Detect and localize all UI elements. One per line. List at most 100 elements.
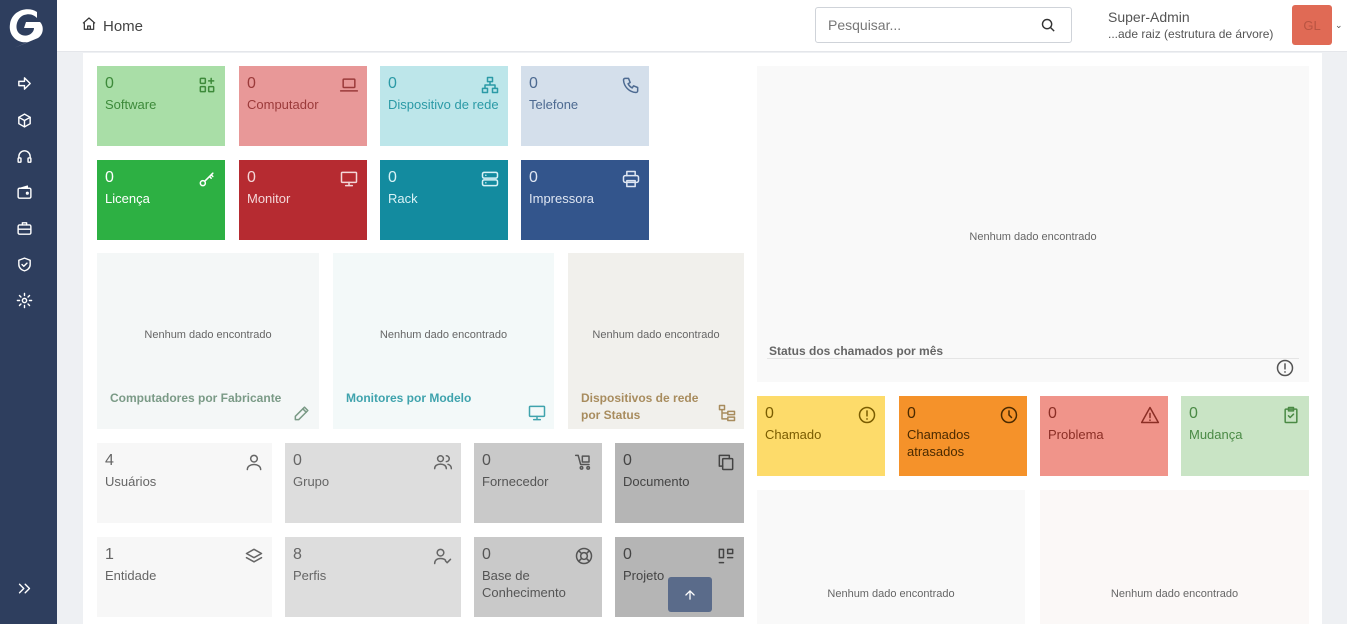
admin-tile-usuários[interactable]: 4 Usuários (97, 443, 272, 523)
tile-label: Monitor (247, 191, 291, 206)
alert-circle-icon (857, 405, 877, 425)
tile-label: Rack (388, 191, 418, 206)
tile-label: Usuários (105, 474, 157, 489)
printer-icon (621, 169, 641, 189)
breadcrumb-home[interactable]: Home (81, 16, 143, 36)
ticket-tile-mudança[interactable]: 0 Mudança (1181, 396, 1309, 476)
users-icon (433, 452, 453, 472)
empty-message: Nenhum dado encontrado (969, 231, 1097, 243)
hierarchy-icon[interactable] (717, 403, 737, 423)
chart-panel-3: Nenhum dado encontrado Dispositivos de re… (568, 253, 744, 429)
tile-count: 4 (105, 452, 114, 469)
empty-message: Nenhum dado encontrado (1110, 588, 1239, 600)
empty-message: Nenhum dado encontrado (379, 329, 508, 341)
cart-icon (574, 452, 594, 472)
search-input[interactable] (828, 17, 1028, 33)
ticket-tile-problema[interactable]: 0 Problema (1040, 396, 1168, 476)
tile-count: 0 (293, 452, 302, 469)
avatar[interactable]: GL (1292, 5, 1332, 45)
lifebuoy-icon (574, 546, 594, 566)
layers-icon (244, 546, 264, 566)
tile-label: Documento (623, 474, 690, 489)
top-header: Home Super-Admin ...ade raiz (estrutura … (57, 0, 1347, 52)
shield-check-icon[interactable] (14, 254, 34, 274)
search-box[interactable] (815, 7, 1072, 43)
chart-panel-2: Nenhum dado encontrado Monitores por Mode… (333, 253, 554, 429)
gear-icon[interactable] (14, 290, 34, 310)
tile-count: 1 (105, 546, 114, 563)
chart-panel-1: Nenhum dado encontrado Computadores por F… (97, 253, 319, 429)
chart-title: Status dos chamados por mês (769, 344, 944, 358)
laptop-icon (339, 75, 359, 95)
tile-label: Base de Conhecimento (482, 568, 566, 600)
tile-count: 8 (293, 546, 302, 563)
admin-tile-base-de-conhecimento[interactable]: 0 Base de Conhecimento (474, 537, 602, 617)
user-check-icon (433, 546, 453, 566)
asset-tile-licença[interactable]: 0 Licença (97, 160, 225, 240)
arrow-right-icon[interactable] (14, 73, 34, 93)
admin-tile-perfis[interactable]: 8 Perfis (285, 537, 461, 617)
asset-tile-rack[interactable]: 0 Rack (380, 160, 508, 240)
copy-icon (716, 452, 736, 472)
tile-label: Computador (247, 97, 319, 112)
monitor-icon (339, 169, 359, 189)
briefcase-icon[interactable] (14, 218, 34, 238)
scroll-to-top-button[interactable] (668, 577, 712, 612)
user-menu[interactable]: Super-Admin ...ade raiz (estrutura de ár… (1108, 9, 1273, 43)
alert-triangle-icon (1140, 405, 1160, 425)
tickets-status-chart-panel: Nenhum dado encontrado Status dos chamado… (757, 66, 1309, 382)
divider (767, 358, 1299, 359)
clock-icon (999, 405, 1019, 425)
user-icon (244, 452, 264, 472)
monitor-icon[interactable] (527, 403, 547, 423)
tile-label: Problema (1048, 427, 1104, 442)
chart-title: Monitores por Modelo (346, 391, 472, 405)
chart-title: Computadores por Fabricante (110, 391, 282, 405)
tile-label: Chamados atrasados (907, 427, 970, 459)
asset-tile-telefone[interactable]: 0 Telefone (521, 66, 649, 146)
user-name: Super-Admin (1108, 9, 1190, 25)
box-icon[interactable] (14, 110, 34, 130)
tile-label: Mudança (1189, 427, 1243, 442)
chevron-down-icon[interactable]: ⌄ (1335, 20, 1343, 31)
home-icon (81, 16, 97, 36)
asset-tile-monitor[interactable]: 0 Monitor (239, 160, 367, 240)
tile-label: Dispositivo de rede (388, 97, 499, 112)
bottom-chart-panel-2: Nenhum dado encontrado (1040, 490, 1309, 624)
sidebar (0, 0, 57, 624)
admin-tile-documento[interactable]: 0 Documento (615, 443, 744, 523)
kanban-icon (716, 546, 736, 566)
empty-message: Nenhum dado encontrado (144, 329, 272, 341)
admin-tile-entidade[interactable]: 1 Entidade (97, 537, 272, 617)
tile-label: Licença (105, 191, 150, 206)
asset-tile-impressora[interactable]: 0 Impressora (521, 160, 649, 240)
wallet-icon[interactable] (14, 182, 34, 202)
arrow-up-icon (685, 589, 695, 600)
clipboard-check-icon (1281, 405, 1301, 425)
search-icon[interactable] (1040, 17, 1057, 34)
asset-tile-dispositivo-de-rede[interactable]: 0 Dispositivo de rede (380, 66, 508, 146)
asset-tile-software[interactable]: 0 Software (97, 66, 225, 146)
breadcrumb-home-label: Home (103, 17, 144, 35)
admin-tile-fornecedor[interactable]: 0 Fornecedor (474, 443, 602, 523)
edit-icon[interactable] (292, 403, 312, 423)
phone-icon (621, 75, 641, 95)
asset-tile-computador[interactable]: 0 Computador (239, 66, 367, 146)
headset-icon[interactable] (14, 146, 34, 166)
tile-label: Impressora (529, 191, 595, 206)
alert-circle-icon[interactable] (1275, 358, 1295, 378)
empty-message: Nenhum dado encontrado (592, 329, 720, 341)
tile-label: Grupo (293, 474, 330, 489)
double-chevron-right-icon[interactable] (14, 578, 34, 598)
tile-label: Perfis (293, 568, 327, 583)
admin-tile-grupo[interactable]: 0 Grupo (285, 443, 461, 523)
tile-label: Telefone (529, 97, 579, 112)
user-entity: ...ade raiz (estrutura de árvore) (1108, 27, 1274, 41)
tile-label: Software (105, 97, 157, 112)
apps-plus-icon (197, 75, 217, 95)
app-logo[interactable] (4, 4, 50, 50)
chart-title: Dispositivos de rede por Status (581, 391, 699, 422)
ticket-tile-chamado[interactable]: 0 Chamado (757, 396, 885, 476)
tile-label: Entidade (105, 568, 157, 583)
ticket-tile-chamados-atrasados[interactable]: 0 Chamados atrasados (899, 396, 1027, 476)
